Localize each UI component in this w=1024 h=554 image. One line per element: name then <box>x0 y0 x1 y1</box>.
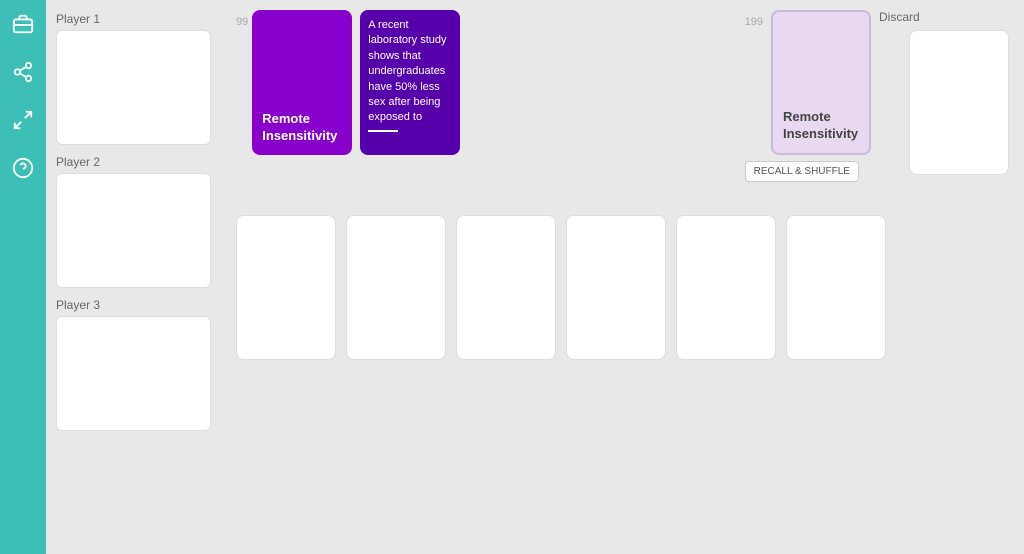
help-icon[interactable] <box>9 154 37 182</box>
discard-card-slot <box>909 30 1009 175</box>
left-stack-group: 99 Remote Insensitivity <box>236 10 352 155</box>
fullscreen-icon[interactable] <box>9 106 37 134</box>
right-stack-group: 199 Remote Insensitivity RECALL & SHUFFL… <box>745 10 871 182</box>
player-2-section: Player 2 <box>56 155 211 288</box>
hand-card-2[interactable] <box>346 215 446 360</box>
black-card-text: A recent laboratory study shows that und… <box>368 18 452 126</box>
player-1-card-slot <box>56 30 211 145</box>
share-icon[interactable] <box>9 58 37 86</box>
bottom-row <box>236 215 1009 360</box>
right-stack-count: 199 <box>745 16 763 28</box>
hand-card-3[interactable] <box>456 215 556 360</box>
player-3-section: Player 3 <box>56 298 211 431</box>
player-3-card-slot <box>56 316 211 431</box>
left-card-title: Remote Insensitivity <box>262 111 342 145</box>
left-stack-count: 99 <box>236 16 248 28</box>
discard-label: Discard <box>879 10 920 24</box>
player-1-label: Player 1 <box>56 12 211 26</box>
right-light-purple-card[interactable]: Remote Insensitivity <box>771 10 871 155</box>
sidebar <box>0 0 46 554</box>
black-card-underline <box>368 130 398 132</box>
player-2-label: Player 2 <box>56 155 211 169</box>
player-3-label: Player 3 <box>56 298 211 312</box>
left-purple-card[interactable]: Remote Insensitivity <box>252 10 352 155</box>
player-2-card-slot <box>56 173 211 288</box>
hand-card-5[interactable] <box>676 215 776 360</box>
recall-shuffle-button[interactable]: RECALL & SHUFFLE <box>745 161 859 182</box>
top-row: 99 Remote Insensitivity A recent laborat… <box>236 10 1009 205</box>
hand-card-4[interactable] <box>566 215 666 360</box>
game-area: 99 Remote Insensitivity A recent laborat… <box>221 0 1024 554</box>
black-question-card[interactable]: A recent laboratory study shows that und… <box>360 10 460 155</box>
players-panel: Player 1 Player 2 Player 3 <box>46 0 221 554</box>
hand-card-1[interactable] <box>236 215 336 360</box>
hand-card-6[interactable] <box>786 215 886 360</box>
discard-area: Discard <box>879 10 1009 175</box>
right-card-title: Remote Insensitivity <box>783 109 859 143</box>
player-1-section: Player 1 <box>56 12 211 145</box>
briefcase-icon[interactable] <box>9 10 37 38</box>
main-area: Player 1 Player 2 Player 3 99 Remote Ins… <box>46 0 1024 554</box>
